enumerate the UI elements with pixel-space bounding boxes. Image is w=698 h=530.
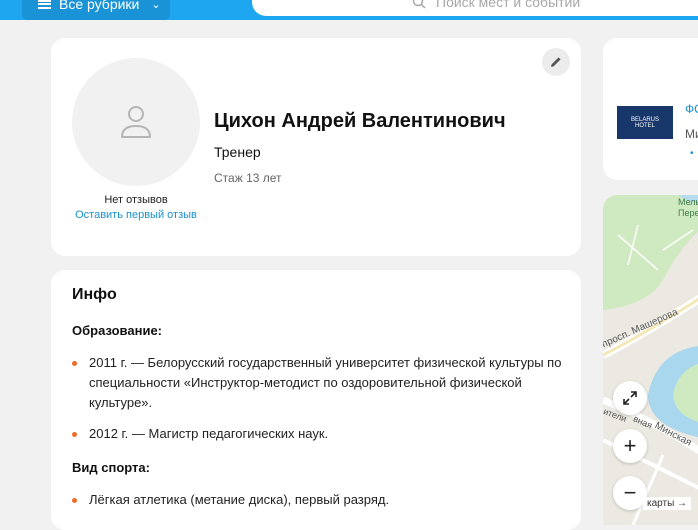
info-card: Инфо Образование: 2011 г. — Белорусский …	[51, 270, 581, 530]
search-placeholder: Поиск мест и событий	[436, 0, 581, 10]
expand-map-button[interactable]	[613, 381, 647, 415]
top-header: Все рубрики ⌄ Поиск мест и событий	[0, 0, 698, 20]
person-name: Цихон Андрей Валентинович	[214, 110, 506, 132]
minus-icon: −	[623, 480, 637, 505]
map[interactable]: Мель Пере просп. Машерова Минская ители …	[603, 195, 698, 525]
hotel-logo: BELARUS HOTEL	[617, 106, 673, 139]
search-icon	[412, 0, 426, 9]
education-item: 2011 г. — Белорусский государственный ун…	[72, 353, 569, 413]
no-reviews-text: Нет отзывов	[104, 194, 168, 206]
chevron-down-icon: ⌄	[151, 0, 161, 11]
zoom-in-button[interactable]: +	[613, 429, 647, 463]
person-role: Тренер	[214, 144, 261, 160]
menu-icon	[38, 0, 51, 9]
profile-card: Нет отзывов Оставить первый отзыв Цихон …	[51, 38, 581, 256]
education-label: Образование:	[72, 323, 163, 338]
education-item: 2012 г. — Магистр педагогических наук.	[72, 424, 569, 444]
sport-item: Лёгкая атлетика (метание диска), первый …	[72, 490, 569, 510]
leave-review-link[interactable]: Оставить первый отзыв	[72, 208, 200, 223]
place-card[interactable]: BELARUS HOTEL ФС Ми •	[603, 38, 698, 180]
expand-icon	[623, 391, 637, 405]
logo-subtext: HOTEL	[634, 122, 655, 129]
map-graphic	[603, 195, 698, 525]
edit-button[interactable]	[542, 48, 570, 76]
experience-text: Стаж 13 лет	[214, 171, 282, 185]
avatar	[72, 58, 200, 186]
map-label: Пере	[678, 208, 698, 218]
map-label: Мель	[678, 197, 698, 207]
search-input[interactable]: Поиск мест и событий	[252, 0, 698, 16]
plus-icon: +	[623, 433, 637, 458]
to-map-link[interactable]: карты →	[643, 497, 692, 510]
all-rubrics-button[interactable]: Все рубрики ⌄	[22, 0, 170, 20]
pencil-icon	[551, 57, 561, 67]
zoom-out-button[interactable]: −	[613, 476, 647, 510]
rubrics-label: Все рубрики	[59, 0, 140, 12]
info-title: Инфо	[72, 286, 117, 303]
dot-icon: •	[690, 148, 694, 159]
place-subtitle: Ми	[685, 127, 698, 141]
place-link[interactable]: ФС	[685, 102, 698, 116]
user-icon	[121, 106, 151, 138]
sport-label: Вид спорта:	[72, 460, 150, 475]
